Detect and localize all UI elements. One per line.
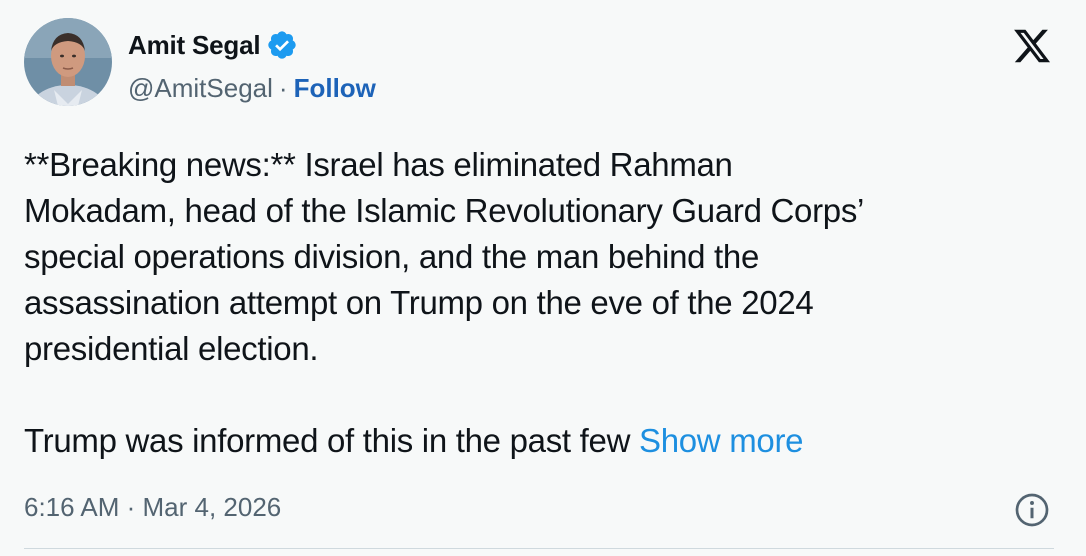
verified-badge-icon[interactable] bbox=[266, 29, 298, 61]
tweet-line: Mokadam, head of the Islamic Revolutiona… bbox=[24, 192, 865, 229]
tweet-timestamp[interactable]: 6:16 AM · Mar 4, 2026 bbox=[24, 492, 281, 523]
author-display-name[interactable]: Amit Segal bbox=[128, 30, 261, 61]
author-handle[interactable]: @AmitSegal bbox=[128, 73, 273, 104]
tweet-line: special operations division, and the man… bbox=[24, 238, 760, 275]
author-name-row: Amit Segal bbox=[128, 28, 298, 62]
person-avatar-icon bbox=[24, 18, 112, 106]
tweet-truncated-text: Trump was informed of this in the past f… bbox=[24, 422, 639, 459]
tweet-paragraph-2: Trump was informed of this in the past f… bbox=[24, 418, 1024, 464]
tweet-line: presidential election. bbox=[24, 330, 319, 367]
author-handle-row: @AmitSegal · Follow bbox=[128, 72, 376, 104]
bottom-divider bbox=[24, 548, 1054, 549]
info-icon[interactable] bbox=[1014, 492, 1050, 528]
handle-separator: · bbox=[278, 72, 288, 103]
tweet-line: **Breaking news:** Israel has eliminated… bbox=[24, 146, 733, 183]
tweet-paragraph-1: **Breaking news:** Israel has eliminated… bbox=[24, 142, 1024, 372]
x-logo-icon[interactable] bbox=[1010, 26, 1054, 66]
tweet-text: **Breaking news:** Israel has eliminated… bbox=[24, 142, 1024, 464]
author-avatar[interactable] bbox=[24, 18, 112, 106]
follow-button[interactable]: Follow bbox=[294, 73, 376, 104]
tweet-card: Amit Segal @AmitSegal · Follow **Breakin… bbox=[0, 0, 1086, 556]
tweet-line: assassination attempt on Trump on the ev… bbox=[24, 284, 814, 321]
show-more-link[interactable]: Show more bbox=[639, 422, 804, 459]
